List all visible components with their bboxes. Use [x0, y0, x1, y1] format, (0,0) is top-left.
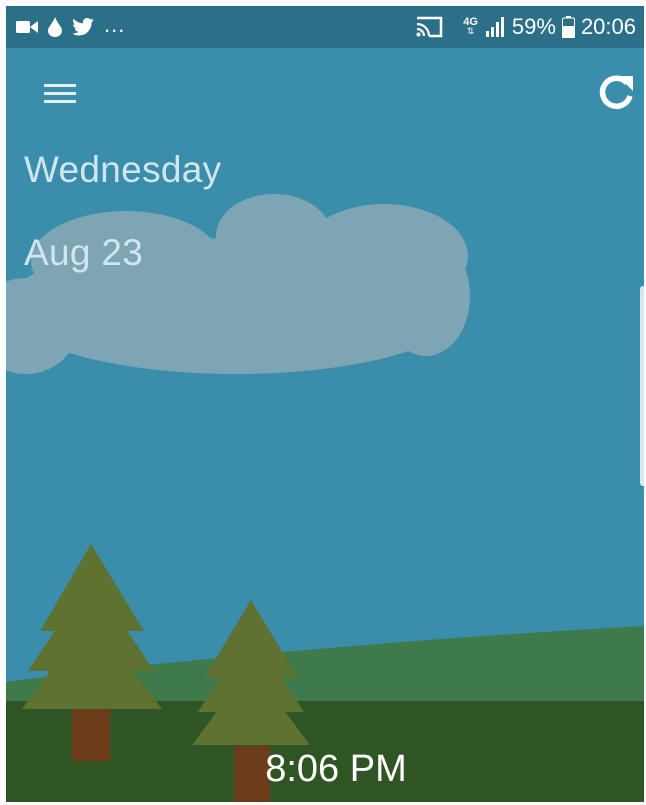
app-screen: ... 4G ⇅ 59% 20:06 Wednesday Aug 23 8:06…: [6, 6, 644, 802]
system-icons: 4G ⇅ 59% 20:06: [415, 6, 636, 48]
network-type: 4G ⇅: [463, 17, 478, 36]
refresh-icon: [599, 75, 633, 110]
signal-strength-icon: [485, 17, 506, 37]
date-label: Aug 23: [24, 232, 144, 273]
video-camera-icon: [16, 20, 38, 34]
battery-percent: 59%: [511, 14, 556, 39]
screen-mirroring-icon: [415, 16, 443, 38]
refresh-button[interactable]: [594, 70, 638, 114]
status-bar: ... 4G ⇅ 59% 20:06: [6, 6, 644, 48]
more-notifications: ...: [104, 12, 126, 37]
edge-panel-handle[interactable]: [640, 286, 644, 486]
menu-button[interactable]: [42, 78, 82, 110]
current-time: 8:06 PM: [265, 748, 407, 790]
twitter-bird-icon: [72, 18, 94, 36]
day-of-week: Wednesday: [24, 149, 222, 190]
water-drop-icon: [48, 17, 62, 37]
battery-icon: [561, 16, 575, 38]
cloud: [6, 194, 470, 374]
notification-icons: ...: [16, 6, 125, 48]
weather-scene: [6, 194, 644, 802]
status-clock: 20:06: [580, 14, 636, 39]
hamburger-menu-icon: [44, 84, 76, 103]
data-arrows-icon: ⇅: [466, 26, 475, 36]
